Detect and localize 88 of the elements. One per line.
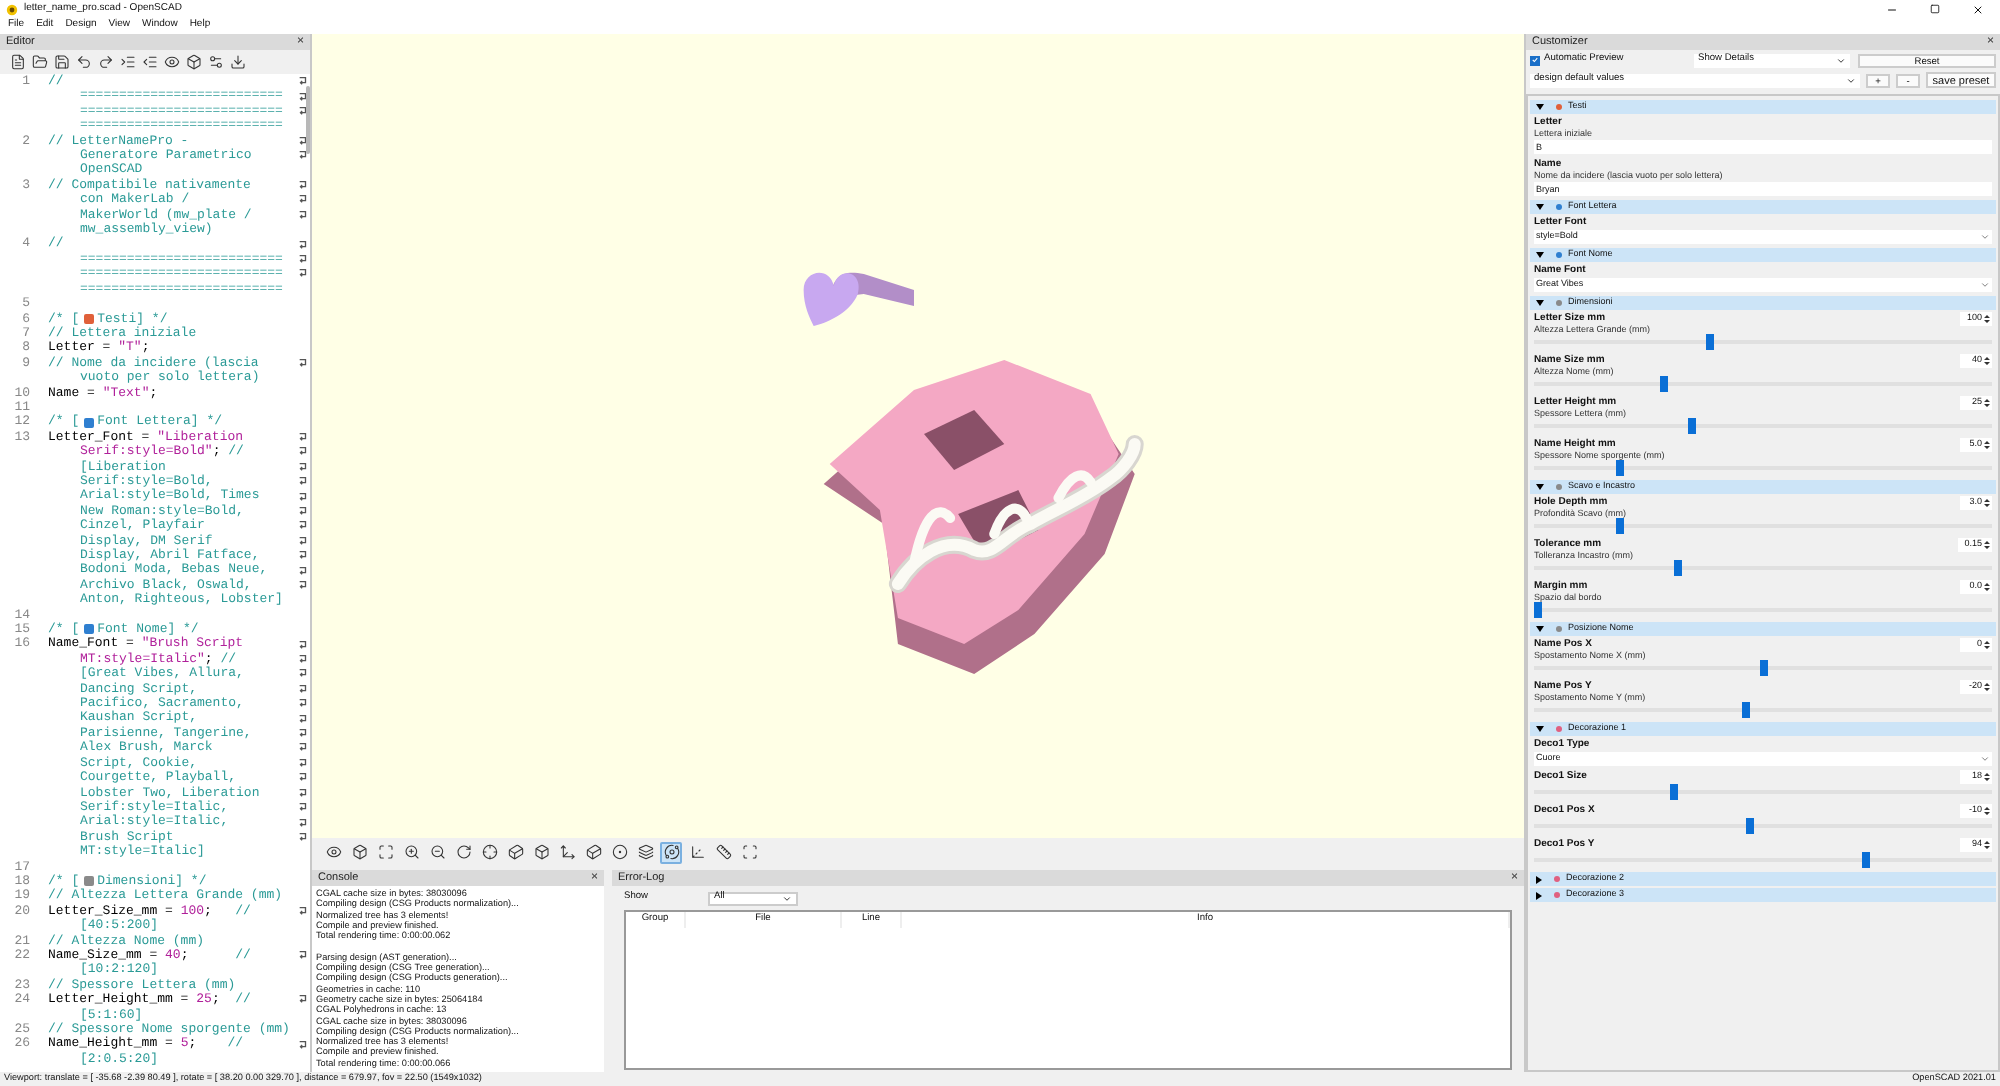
wrap-icon [297, 91, 307, 102]
spin-arrows-icon[interactable] [1984, 314, 1990, 324]
wrap-icon [297, 357, 307, 368]
slider-thumb[interactable] [1687, 418, 1695, 434]
wrap-icon [297, 76, 307, 87]
redo-icon[interactable] [98, 54, 114, 70]
wrap-icon [297, 698, 307, 709]
spin-arrows-icon[interactable] [1984, 772, 1990, 782]
slider-thumb[interactable] [1534, 602, 1542, 618]
slider-thumb[interactable] [1673, 560, 1682, 576]
wrap-icon [297, 209, 307, 220]
wrap-icon [297, 757, 307, 768]
wrap-icon [297, 180, 307, 191]
spin-arrows-icon[interactable] [1984, 582, 1990, 592]
wrap-icon [297, 565, 307, 576]
wrap-icon [297, 239, 307, 250]
scrollbar[interactable] [306, 86, 310, 154]
chevron-down-icon [1980, 754, 1990, 764]
wrap-icon [297, 639, 307, 650]
wrap-icon [297, 254, 307, 265]
wrap-icon [297, 787, 307, 798]
spin-arrows-icon[interactable] [1984, 640, 1990, 650]
wrap-icon [297, 713, 307, 724]
slider-thumb[interactable] [1615, 518, 1623, 534]
wrap-icon [297, 431, 307, 442]
wrap-icon [297, 106, 307, 117]
checkbox[interactable] [1530, 55, 1540, 65]
wrap-icon [297, 461, 307, 472]
close-icon[interactable] [1972, 3, 1984, 15]
minimize-icon[interactable] [1886, 3, 1898, 15]
wrap-icon [297, 491, 307, 502]
spin-arrows-icon[interactable] [1984, 398, 1990, 408]
wrap-icon [297, 550, 307, 561]
wrap-icon [297, 135, 307, 146]
save-icon[interactable] [54, 54, 70, 70]
slider-thumb[interactable] [1741, 702, 1749, 718]
wrap-icon [297, 520, 307, 531]
wrap-icon [297, 817, 307, 828]
wrap-icon [297, 668, 307, 679]
cube-icon[interactable] [186, 54, 202, 70]
zoom-out-icon[interactable] [426, 841, 448, 863]
download-icon[interactable] [230, 54, 246, 70]
slider-thumb[interactable] [1669, 784, 1677, 800]
spin-arrows-icon[interactable] [1984, 806, 1990, 816]
wrap-icon [297, 194, 307, 205]
spin-arrows-icon[interactable] [1984, 356, 1990, 366]
wrap-icon [297, 772, 307, 783]
chevron-down-icon [1980, 232, 1990, 242]
chevron-down-icon [1980, 280, 1990, 290]
wrap-icon [297, 905, 307, 916]
wrap-icon [297, 505, 307, 516]
folder-icon[interactable] [32, 54, 48, 70]
wrap-icon [297, 994, 307, 1005]
reset-view-icon[interactable] [452, 841, 474, 863]
wrap-icon [297, 476, 307, 487]
maximize-icon[interactable] [1930, 3, 1940, 13]
scale-icon[interactable] [712, 841, 734, 863]
wrap-icon [297, 654, 307, 665]
slider-thumb[interactable] [1615, 460, 1623, 476]
new-file-icon[interactable] [10, 54, 26, 70]
wrap-icon [297, 1039, 307, 1050]
slider-thumb[interactable] [1759, 660, 1767, 676]
zoom-in-icon[interactable] [400, 841, 422, 863]
wrap-icon [297, 950, 307, 961]
undo-icon[interactable] [76, 54, 92, 70]
wrap-icon [297, 831, 307, 842]
wrap-icon [297, 535, 307, 546]
spin-arrows-icon[interactable] [1984, 682, 1990, 692]
spin-arrows-icon[interactable] [1984, 840, 1990, 850]
indent-icon[interactable] [120, 54, 136, 70]
slider-thumb[interactable] [1705, 334, 1713, 350]
spin-arrows-icon[interactable] [1984, 440, 1990, 450]
wrap-icon [297, 728, 307, 739]
wrap-icon [297, 802, 307, 813]
spin-arrows-icon[interactable] [1984, 498, 1990, 508]
slider-thumb[interactable] [1660, 376, 1668, 392]
slider-thumb[interactable] [1862, 852, 1871, 868]
app-logo-icon [6, 3, 18, 15]
spin-arrows-icon[interactable] [1984, 540, 1990, 550]
wrap-icon [297, 580, 307, 591]
wrap-icon [297, 150, 307, 161]
slider-thumb[interactable] [1745, 818, 1754, 834]
wrap-icon [297, 742, 307, 753]
wrap-icon [297, 268, 307, 279]
chevron-down-icon [782, 893, 792, 903]
wrap-icon [297, 446, 307, 457]
wrap-icon [297, 683, 307, 694]
outdent-icon[interactable] [142, 54, 158, 70]
